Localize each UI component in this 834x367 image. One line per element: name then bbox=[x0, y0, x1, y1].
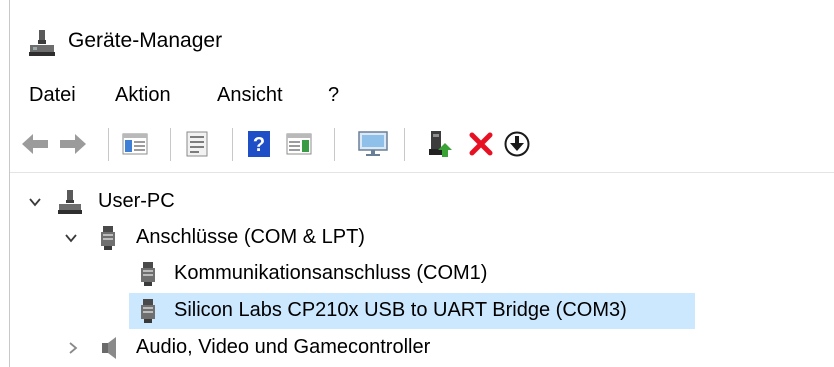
menu-help[interactable]: ? bbox=[328, 84, 339, 107]
menu-datei[interactable]: Datei bbox=[29, 84, 76, 107]
menu-aktion[interactable]: Aktion bbox=[115, 84, 171, 107]
port-icon bbox=[141, 299, 155, 323]
toolbar-separator bbox=[404, 128, 405, 161]
speaker-icon bbox=[102, 337, 116, 359]
device-tree: User-PC Anschlüsse (COM & LPT) Kommunika… bbox=[10, 173, 834, 367]
port-icon bbox=[141, 262, 155, 286]
scan-hardware-button[interactable] bbox=[356, 127, 390, 161]
back-arrow-icon bbox=[22, 134, 48, 154]
tree-label-ports: Anschlüsse (COM & LPT) bbox=[136, 226, 365, 248]
update-driver-icon bbox=[429, 131, 452, 157]
device-manager-icon bbox=[29, 30, 55, 56]
chevron-down-icon[interactable] bbox=[63, 230, 79, 246]
tree-node-computer[interactable]: User-PC bbox=[10, 184, 834, 220]
toolbar-separator bbox=[170, 128, 171, 161]
tree-label-audio: Audio, Video und Gamecontroller bbox=[136, 336, 431, 358]
tree-label-com1: Kommunikationsanschluss (COM1) bbox=[174, 262, 488, 284]
monitor-icon bbox=[358, 131, 388, 156]
toolbar: ? bbox=[10, 118, 834, 173]
tree-node-com3[interactable]: Silicon Labs CP210x USB to UART Bridge (… bbox=[10, 293, 834, 329]
chevron-down-icon[interactable] bbox=[27, 194, 43, 210]
tree-node-com1[interactable]: Kommunikationsanschluss (COM1) bbox=[10, 256, 834, 292]
chevron-right-icon[interactable] bbox=[65, 340, 81, 356]
disable-device-button[interactable] bbox=[500, 127, 534, 161]
forward-button[interactable] bbox=[56, 127, 90, 161]
toolbar-separator bbox=[232, 128, 233, 161]
tree-node-audio[interactable]: Audio, Video und Gamecontroller bbox=[10, 330, 834, 366]
properties-button[interactable] bbox=[180, 127, 214, 161]
update-driver-button[interactable] bbox=[422, 127, 456, 161]
tree-label-computer: User-PC bbox=[98, 190, 175, 212]
port-icon bbox=[101, 226, 115, 250]
show-hide-console-tree-icon bbox=[122, 133, 148, 155]
forward-arrow-icon bbox=[60, 134, 86, 154]
action-pane-button[interactable] bbox=[282, 127, 316, 161]
help-icon: ? bbox=[248, 131, 270, 157]
toolbar-separator bbox=[108, 128, 109, 161]
console-tree-button[interactable] bbox=[118, 127, 152, 161]
svg-text:?: ? bbox=[253, 134, 265, 156]
properties-icon bbox=[186, 131, 208, 157]
menu-bar: Datei Aktion Ansicht ? bbox=[10, 76, 834, 118]
action-pane-icon bbox=[286, 133, 312, 155]
disable-device-icon bbox=[504, 131, 530, 157]
device-manager-window: Geräte-Manager Datei Aktion Ansicht ? ? … bbox=[9, 0, 834, 367]
help-button[interactable]: ? bbox=[242, 127, 276, 161]
window-title: Geräte-Manager bbox=[68, 29, 223, 52]
back-button[interactable] bbox=[18, 127, 52, 161]
tree-label-com3: Silicon Labs CP210x USB to UART Bridge (… bbox=[174, 299, 627, 321]
uninstall-device-icon bbox=[469, 132, 493, 156]
tree-node-ports[interactable]: Anschlüsse (COM & LPT) bbox=[10, 220, 834, 256]
uninstall-device-button[interactable] bbox=[464, 127, 498, 161]
toolbar-separator bbox=[334, 128, 335, 161]
title-bar: Geräte-Manager bbox=[10, 0, 834, 76]
computer-icon bbox=[58, 190, 82, 214]
menu-ansicht[interactable]: Ansicht bbox=[217, 84, 283, 107]
